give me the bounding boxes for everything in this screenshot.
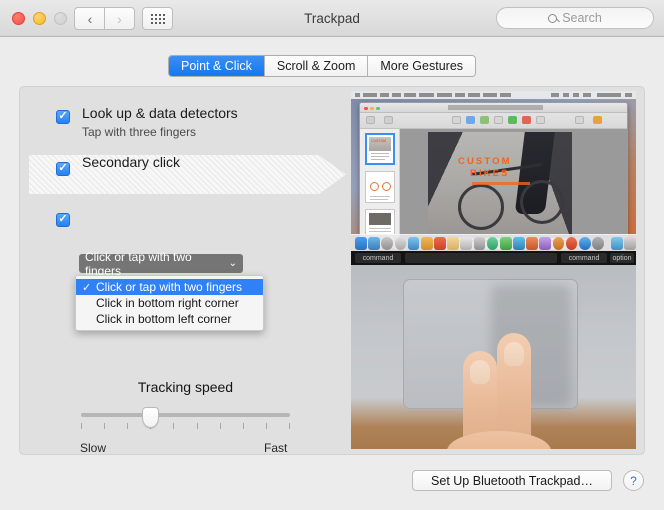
dock-icon-pages xyxy=(565,236,578,250)
keycap-option: option xyxy=(610,253,634,263)
menu-item-label: Click or tap with two fingers xyxy=(96,280,243,294)
preview-desktop-screenshot: CUSTOM CUSTOM BIKES command command opti… xyxy=(351,91,636,265)
dock-icon-reminders xyxy=(460,236,473,250)
slider-tick xyxy=(289,423,290,429)
search-placeholder: Search xyxy=(562,11,602,25)
preview-thumbnail-2 xyxy=(365,171,395,203)
preview-hero-photo: CUSTOM BIKES xyxy=(428,132,572,238)
tab-scroll-and-zoom[interactable]: Scroll & Zoom xyxy=(264,56,369,76)
keycap-command-left: command xyxy=(355,253,401,263)
preview-window-titlebar xyxy=(360,103,627,113)
dock-icon-contacts xyxy=(420,236,433,250)
slider-tick xyxy=(242,423,244,429)
menu-item-two-fingers[interactable]: ✓ Click or tap with two fingers xyxy=(76,279,263,295)
preview-bike-wheel-rear xyxy=(458,184,504,230)
preview-toolbar xyxy=(360,113,627,129)
slider-tick xyxy=(196,423,198,429)
help-button[interactable]: ? xyxy=(623,470,644,491)
dock-icon-safari xyxy=(394,236,407,250)
dock-icon-itunes xyxy=(526,236,538,250)
tracking-speed-min-label: Slow xyxy=(80,441,107,455)
chevron-down-icon: ⌄ xyxy=(228,258,237,269)
preview-menu-bar xyxy=(351,91,636,99)
tracking-speed-label: Tracking speed xyxy=(137,379,234,395)
set-up-bluetooth-trackpad-button[interactable]: Set Up Bluetooth Trackpad… xyxy=(412,470,612,491)
slider-track xyxy=(81,413,290,417)
search-icon xyxy=(548,13,558,23)
menu-item-label: Click in bottom right corner xyxy=(96,296,239,310)
preferences-panel: Look up & data detectors Tap with three … xyxy=(19,86,645,455)
fingernail xyxy=(470,360,490,384)
window-titlebar: ‹ › Trackpad Search xyxy=(0,0,664,37)
fingernail xyxy=(504,342,524,366)
options-column: Look up & data detectors Tap with three … xyxy=(20,87,351,456)
slider-tick xyxy=(265,423,267,429)
dock-icon-finder xyxy=(355,236,367,250)
preview-headline-line2: BIKES xyxy=(470,168,510,179)
preview-dock xyxy=(351,234,636,251)
slider-tick-marks xyxy=(81,423,290,429)
dock-icon-trash xyxy=(624,236,636,250)
dock-icon-appstore xyxy=(578,236,591,250)
search-input[interactable]: Search xyxy=(496,7,654,29)
dock-icon-mail xyxy=(407,236,420,250)
slider-tick xyxy=(173,423,175,429)
secondary-click-current-value: Click or tap with two fingers xyxy=(85,249,192,278)
slider-tick xyxy=(219,423,221,429)
dock-icon-calendar xyxy=(434,236,446,250)
preview-bike-wheel-front xyxy=(520,180,564,224)
preview-trackpad-photo xyxy=(351,265,636,449)
option-subtitle-look-up: Tap with three fingers xyxy=(82,125,197,139)
preview-pages-window: CUSTOM CUSTOM BIKES xyxy=(359,102,628,250)
preview-subheadline-rule xyxy=(472,182,530,185)
slider-tick xyxy=(127,423,129,429)
dock-icon-system-preferences xyxy=(381,236,394,250)
menu-item-bottom-left-corner[interactable]: Click in bottom left corner xyxy=(76,311,263,327)
preview-page-thumbnails: CUSTOM xyxy=(360,129,400,249)
secondary-click-dropdown-menu[interactable]: ✓ Click or tap with two fingers Click in… xyxy=(75,275,264,331)
tracking-speed-max-label: Fast xyxy=(264,441,288,455)
option-title-secondary-click: Secondary click xyxy=(82,154,181,170)
slider-tick xyxy=(104,423,106,429)
option-row-secondary-click[interactable]: Secondary click xyxy=(20,149,351,197)
dock-icon-messages xyxy=(486,236,499,250)
check-icon: ✓ xyxy=(82,281,92,294)
secondary-click-popup-button[interactable]: Click or tap with two fingers ⌄ xyxy=(79,250,243,278)
preview-document-canvas: CUSTOM BIKES xyxy=(400,129,627,249)
dock-icon-settings xyxy=(592,236,604,250)
dock-icon-facetime xyxy=(499,236,512,250)
preview-thumbnail-1: CUSTOM xyxy=(365,133,395,165)
dock-icon-downloads xyxy=(611,236,623,250)
option-row-tap-to-click[interactable] xyxy=(20,203,351,249)
tab-more-gestures[interactable]: More Gestures xyxy=(368,56,476,76)
preview-headline-line1: CUSTOM xyxy=(458,156,512,167)
checkbox-third-option[interactable] xyxy=(56,213,70,227)
preview-document-title xyxy=(448,105,543,110)
dock-icon-notes xyxy=(447,236,459,250)
dock-icon-maps xyxy=(473,236,486,250)
gesture-preview-video: CUSTOM CUSTOM BIKES command command opti… xyxy=(351,91,636,449)
dock-icon-launchpad xyxy=(368,236,380,250)
preview-page: CUSTOM BIKES xyxy=(428,132,572,249)
keycap-command-right: command xyxy=(561,253,607,263)
checkbox-look-up-and-data-detectors[interactable] xyxy=(56,110,70,124)
dock-icon-keynote xyxy=(552,236,565,250)
menu-item-label: Click in bottom left corner xyxy=(96,312,232,326)
tracking-speed-slider[interactable] xyxy=(81,407,290,441)
dock-icon-numbers xyxy=(539,236,552,250)
slider-tick xyxy=(81,423,82,429)
tab-bar: Point & Click Scroll & Zoom More Gesture… xyxy=(168,55,477,77)
checkbox-secondary-click[interactable] xyxy=(56,162,70,176)
preview-keyboard-row: command command option xyxy=(351,251,636,265)
keycap-space xyxy=(405,253,557,263)
option-title-look-up: Look up & data detectors xyxy=(82,105,238,121)
menu-item-bottom-right-corner[interactable]: Click in bottom right corner xyxy=(76,295,263,311)
tab-point-and-click[interactable]: Point & Click xyxy=(169,56,265,76)
dock-icon-photos xyxy=(513,236,525,250)
option-row-look-up[interactable]: Look up & data detectors Tap with three … xyxy=(20,101,351,147)
